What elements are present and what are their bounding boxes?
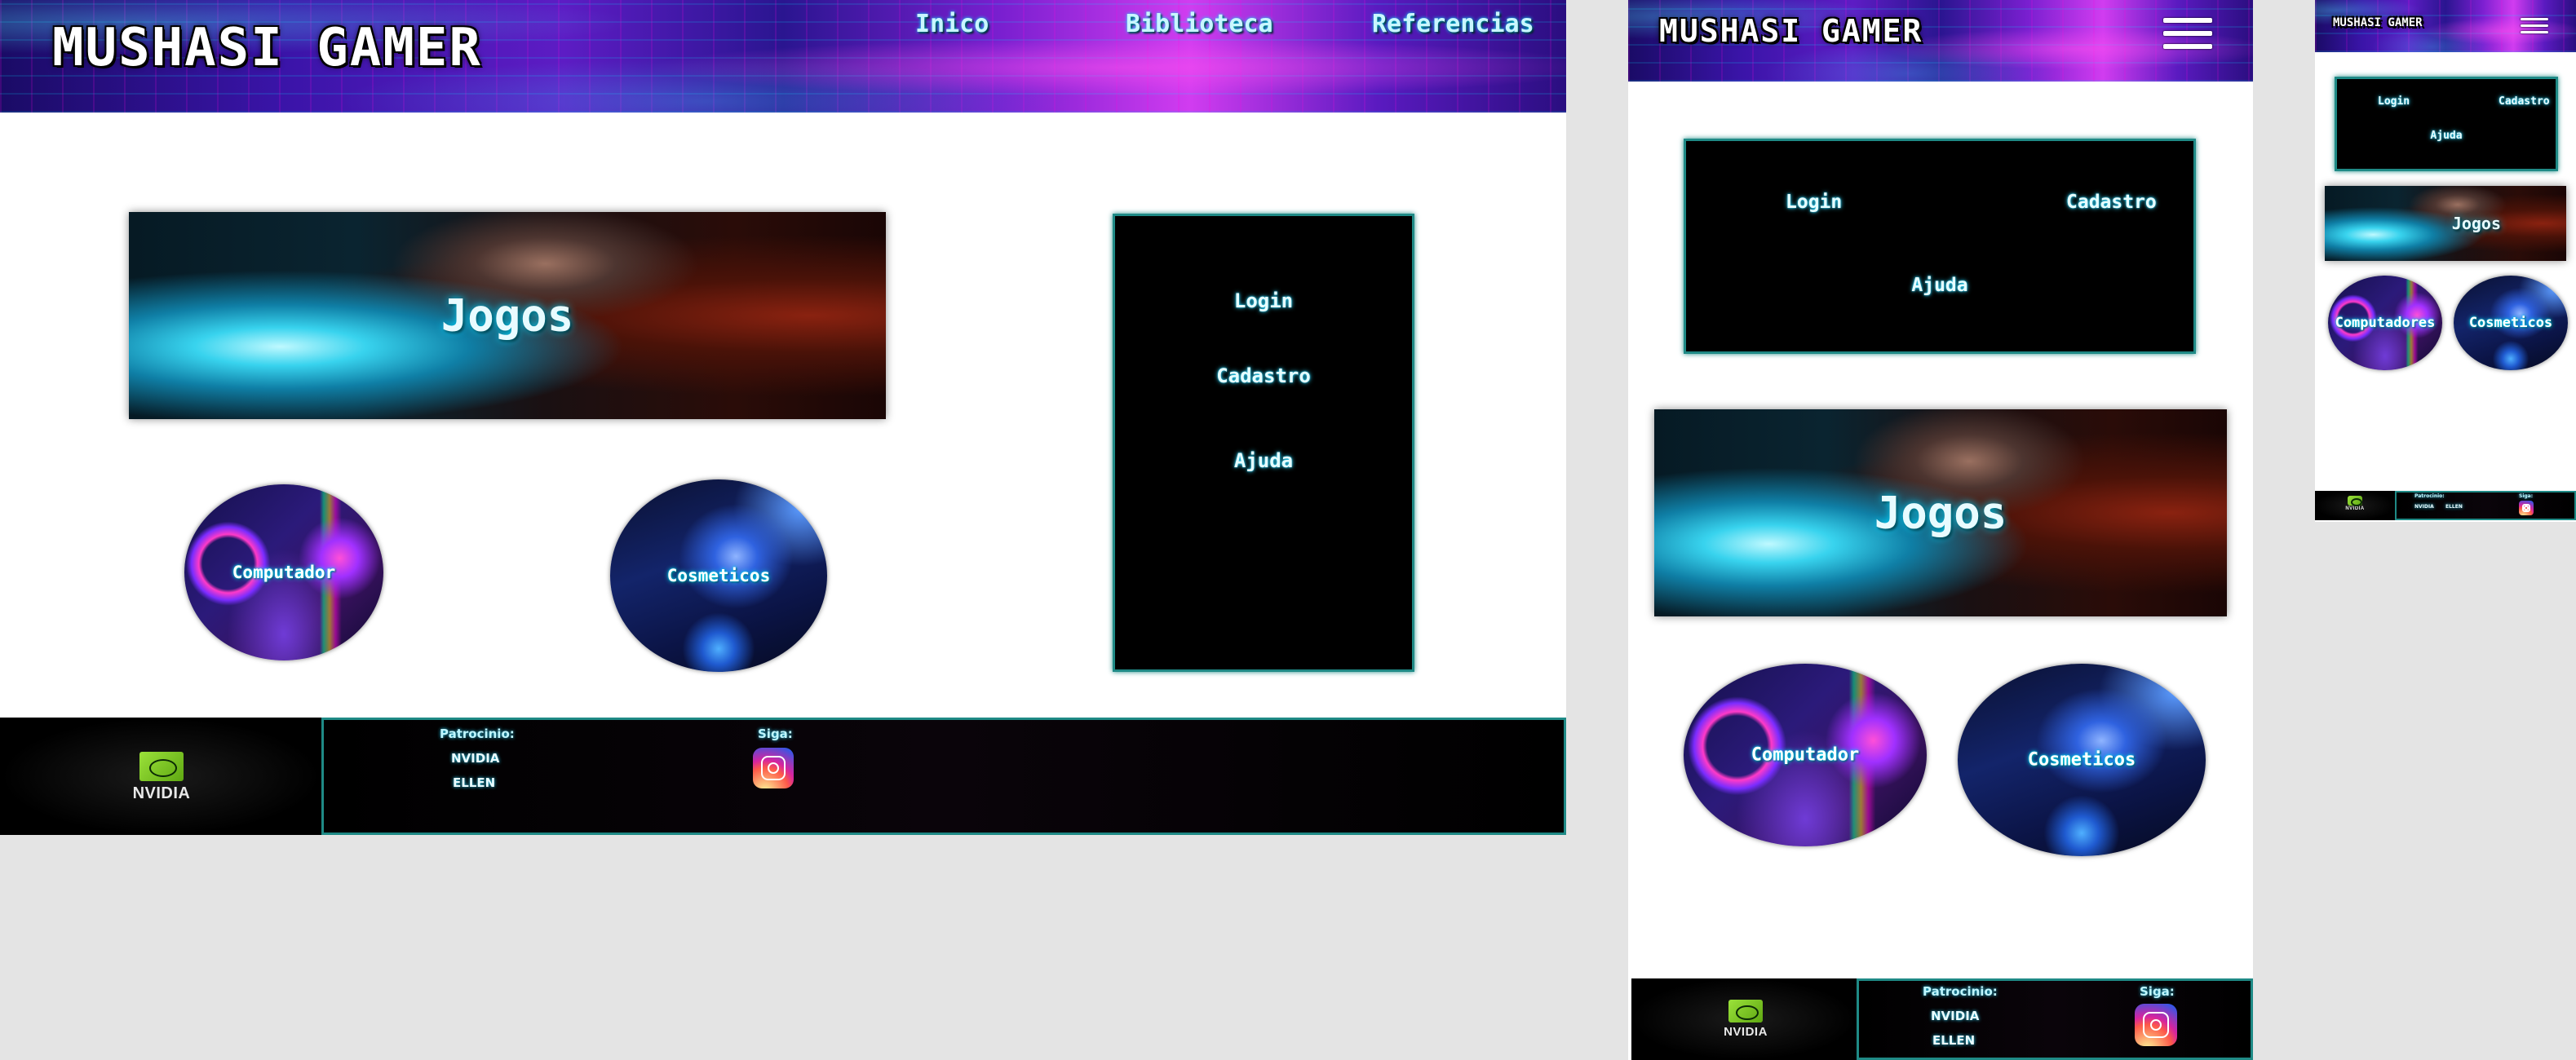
tablet-footer-sponsor-ellen[interactable]: ELLEN	[1932, 1033, 1975, 1048]
tablet-site-logo[interactable]: MUSHASI GAMER	[1659, 13, 1923, 49]
tablet-menu-signup-link[interactable]: Cadastro	[2066, 192, 2157, 213]
menu-login-link[interactable]: Login	[1115, 289, 1412, 312]
games-banner[interactable]: Jogos	[129, 212, 886, 419]
mobile-nvidia-logo-text: NVIDIA	[2345, 506, 2365, 511]
nav-link-references[interactable]: Referencias	[1372, 10, 1534, 38]
footer-sponsor-nvidia[interactable]: NVIDIA	[451, 751, 499, 766]
tablet-footer-sponsor-nvidia[interactable]: NVIDIA	[1931, 1009, 1979, 1023]
tablet-nvidia-eye-icon	[1728, 1000, 1763, 1022]
nav-link-home[interactable]: Inico	[915, 10, 989, 38]
footer-sponsorship-title: Patrocinio:	[440, 727, 515, 741]
mobile-menu-login-link[interactable]: Login	[2378, 95, 2410, 108]
tablet-footer-sponsor-logo-area: NVIDIA	[1631, 978, 1857, 1060]
nav-link-library[interactable]: Biblioteca	[1126, 10, 1273, 38]
tablet-category-computer[interactable]: Computador	[1684, 664, 1927, 846]
footer-follow-title: Siga:	[758, 727, 793, 741]
mobile-user-menu-panel: Login Cadastro Ajuda	[2335, 77, 2558, 171]
tablet-category-cosmetics[interactable]: Cosmeticos	[1958, 664, 2206, 856]
nvidia-logo: NVIDIA	[129, 752, 194, 803]
category-computer-label: Computador	[232, 563, 336, 582]
mobile-category-computer[interactable]: Computadores	[2328, 276, 2442, 370]
menu-signup-link[interactable]: Cadastro	[1115, 364, 1412, 387]
mobile-category-computer-label: Computadores	[2335, 315, 2436, 331]
mobile-nvidia-logo: NVIDIA	[2344, 496, 2366, 511]
mobile-site-logo[interactable]: MUSHASI GAMER	[2333, 16, 2423, 29]
category-computer[interactable]: Computador	[184, 484, 383, 660]
tablet-footer-sponsorship-title: Patrocinio:	[1923, 984, 1998, 999]
header-banner: MUSHASI GAMER Inico Biblioteca Referenci…	[0, 0, 1566, 113]
tablet-footer-info: Patrocinio: NVIDIA ELLEN Siga:	[1857, 978, 2253, 1060]
tablet-menu-help-link[interactable]: Ajuda	[1686, 275, 2193, 296]
tablet-category-computer-label: Computador	[1751, 744, 1860, 766]
mobile-menu-help-link[interactable]: Ajuda	[2337, 130, 2556, 142]
category-cosmetics[interactable]: Cosmeticos	[610, 479, 827, 672]
tablet-games-banner[interactable]: Jogos	[1654, 409, 2227, 616]
mobile-header-banner: MUSHASI GAMER	[2315, 0, 2576, 52]
user-menu-panel: Login Cadastro Ajuda	[1113, 214, 1414, 672]
hamburger-menu-icon[interactable]	[2163, 18, 2212, 49]
mobile-nvidia-eye-icon	[2348, 496, 2363, 506]
tablet-category-cosmetics-label: Cosmeticos	[2027, 749, 2136, 771]
tablet-footer-follow-title: Siga:	[2140, 984, 2175, 999]
mobile-menu-signup-link[interactable]: Cadastro	[2499, 95, 2550, 108]
mobile-footer-sponsor-ellen[interactable]: ELLEN	[2445, 504, 2463, 510]
mobile-footer-follow-title: Siga:	[2519, 493, 2534, 499]
games-banner-title: Jogos	[440, 289, 574, 342]
nvidia-logo-text: NVIDIA	[132, 784, 191, 802]
tablet-games-banner-title: Jogos	[1874, 487, 2007, 539]
footer-info: Patrocinio: NVIDIA ELLEN Siga:	[321, 718, 1566, 835]
mobile-viewport: MUSHASI GAMER Login Cadastro Ajuda Jogos…	[2315, 0, 2576, 522]
mobile-instagram-icon[interactable]	[2519, 501, 2534, 515]
mobile-hamburger-menu-icon[interactable]	[2521, 18, 2548, 33]
site-logo[interactable]: MUSHASI GAMER	[52, 18, 482, 78]
footer-sponsor-logo-area: NVIDIA	[0, 718, 321, 835]
tablet-header-banner: MUSHASI GAMER	[1628, 0, 2253, 82]
tablet-instagram-icon[interactable]	[2135, 1004, 2177, 1046]
tablet-nvidia-logo-text: NVIDIA	[1724, 1025, 1768, 1039]
tablet-nvidia-logo: NVIDIA	[1721, 1000, 1770, 1039]
tablet-viewport: MUSHASI GAMER Login Cadastro Ajuda Jogos…	[1628, 0, 2253, 1060]
mobile-footer-sponsor-nvidia[interactable]: NVIDIA	[2414, 504, 2434, 510]
desktop-viewport: MUSHASI GAMER Inico Biblioteca Referenci…	[0, 0, 1566, 835]
mobile-games-banner-title: Jogos	[2451, 214, 2501, 233]
mobile-games-banner[interactable]: Jogos	[2325, 186, 2566, 261]
mobile-category-cosmetics-label: Cosmeticos	[2468, 315, 2553, 331]
nvidia-eye-icon	[139, 752, 184, 781]
category-cosmetics-label: Cosmeticos	[666, 566, 771, 585]
mobile-category-cosmetics[interactable]: Cosmeticos	[2454, 276, 2568, 370]
footer-sponsor-ellen[interactable]: ELLEN	[453, 775, 495, 790]
instagram-icon[interactable]	[753, 748, 794, 788]
tablet-menu-login-link[interactable]: Login	[1786, 192, 1842, 213]
menu-help-link[interactable]: Ajuda	[1115, 449, 1412, 472]
mobile-footer-sponsor-logo-area: NVIDIA	[2315, 491, 2395, 520]
mobile-footer-sponsorship-title: Patrocinio:	[2414, 493, 2445, 499]
tablet-user-menu-panel: Login Cadastro Ajuda	[1684, 139, 2196, 354]
mobile-footer-info: Patrocinio: NVIDIA ELLEN Siga:	[2395, 491, 2576, 520]
